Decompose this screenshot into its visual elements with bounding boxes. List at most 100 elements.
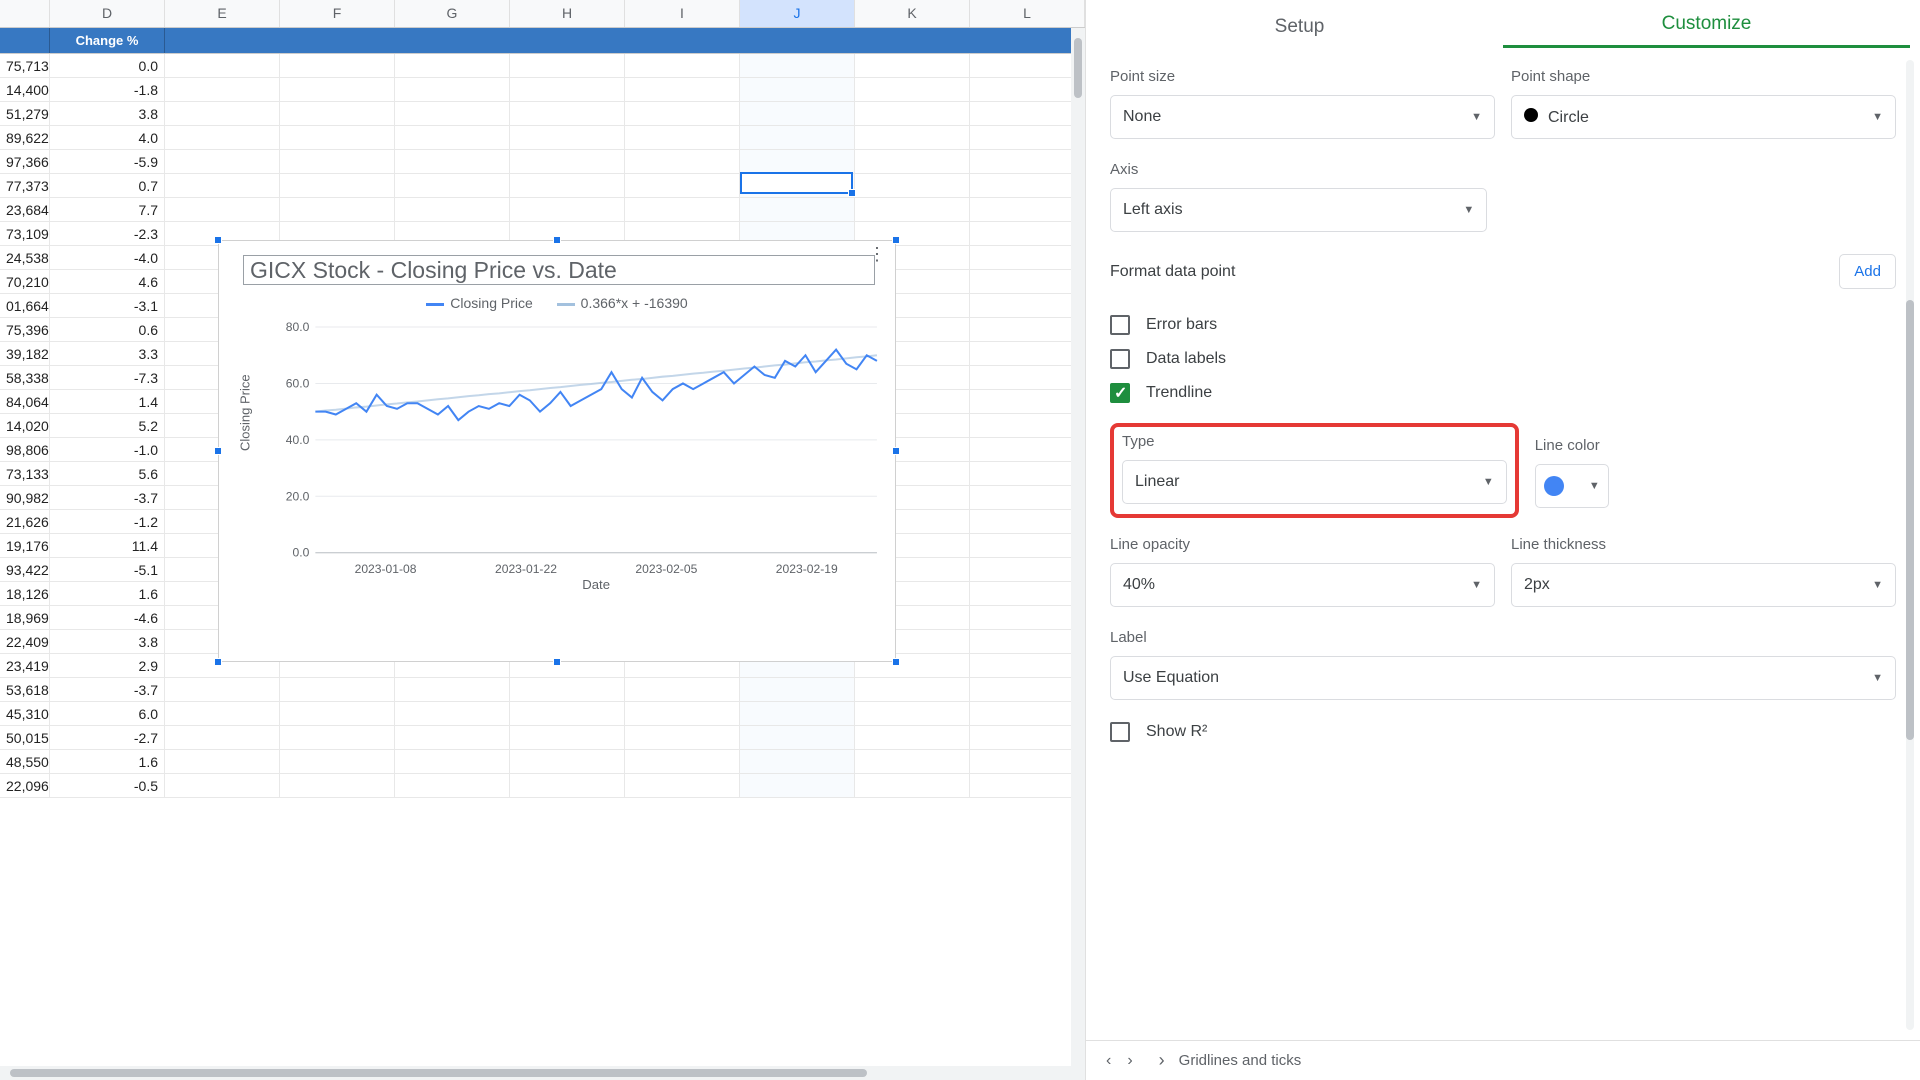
cell-empty[interactable] (970, 774, 1085, 797)
cell-empty[interactable] (280, 150, 395, 173)
line-opacity-select[interactable]: 40% ▼ (1110, 563, 1495, 607)
cell-empty[interactable] (165, 702, 280, 725)
cell-value[interactable]: 19,176 (0, 534, 50, 557)
column-header-G[interactable]: G (395, 0, 510, 27)
cell-change[interactable]: 3.8 (50, 630, 165, 653)
cell-empty[interactable] (625, 726, 740, 749)
embedded-chart[interactable]: ⋮ GICX Stock - Closing Price vs. Date Cl… (218, 240, 896, 662)
column-header-K[interactable]: K (855, 0, 970, 27)
cell-empty[interactable] (625, 702, 740, 725)
cell-value[interactable]: 22,096 (0, 774, 50, 797)
cell-change[interactable]: 1.6 (50, 582, 165, 605)
resize-handle-sw[interactable] (214, 658, 222, 666)
cell-change[interactable]: 4.0 (50, 126, 165, 149)
cell-empty[interactable] (280, 126, 395, 149)
cell-value[interactable]: 93,422 (0, 558, 50, 581)
cell-change[interactable]: 2.9 (50, 654, 165, 677)
cell-empty[interactable] (740, 198, 855, 221)
cell-value[interactable]: 21,626 (0, 510, 50, 533)
cell-empty[interactable] (510, 150, 625, 173)
trendline-label-select[interactable]: Use Equation ▼ (1110, 656, 1896, 700)
resize-handle-se[interactable] (892, 658, 900, 666)
table-row[interactable]: 14,400-1.8 (0, 78, 1085, 102)
cell-change[interactable]: 6.0 (50, 702, 165, 725)
cell-empty[interactable] (510, 54, 625, 77)
cell-empty[interactable] (165, 678, 280, 701)
cell-change[interactable]: -2.3 (50, 222, 165, 245)
cell-empty[interactable] (970, 174, 1085, 197)
cell-empty[interactable] (740, 750, 855, 773)
cell-change[interactable]: -3.7 (50, 486, 165, 509)
show-r2-checkbox[interactable] (1110, 722, 1130, 742)
cell-value[interactable]: 22,409 (0, 630, 50, 653)
cell-empty[interactable] (970, 390, 1085, 413)
active-cell[interactable] (740, 172, 853, 194)
point-size-select[interactable]: None ▼ (1110, 95, 1495, 139)
table-row[interactable]: 89,6224.0 (0, 126, 1085, 150)
cell-empty[interactable] (395, 678, 510, 701)
resize-handle-nw[interactable] (214, 236, 222, 244)
table-row[interactable]: 50,015-2.7 (0, 726, 1085, 750)
cell-empty[interactable] (510, 78, 625, 101)
cell-empty[interactable] (970, 294, 1085, 317)
cell-empty[interactable] (280, 102, 395, 125)
cell-empty[interactable] (970, 582, 1085, 605)
cell-empty[interactable] (855, 126, 970, 149)
cell-empty[interactable] (625, 174, 740, 197)
cell-value[interactable]: 24,538 (0, 246, 50, 269)
cell-value[interactable]: 97,366 (0, 150, 50, 173)
column-header-E[interactable]: E (165, 0, 280, 27)
cell-value[interactable]: 23,419 (0, 654, 50, 677)
cell-change[interactable]: -1.0 (50, 438, 165, 461)
cell-change[interactable]: -5.1 (50, 558, 165, 581)
cell-empty[interactable] (510, 774, 625, 797)
cell-empty[interactable] (855, 102, 970, 125)
cell-value[interactable]: 45,310 (0, 702, 50, 725)
tab-customize[interactable]: Customize (1503, 13, 1910, 48)
cell-empty[interactable] (395, 54, 510, 77)
cell-empty[interactable] (970, 606, 1085, 629)
cell-value[interactable]: 53,618 (0, 678, 50, 701)
cell-empty[interactable] (625, 126, 740, 149)
table-row[interactable]: 23,6847.7 (0, 198, 1085, 222)
cell-empty[interactable] (510, 678, 625, 701)
column-header-D[interactable]: D (50, 0, 165, 27)
fill-handle[interactable] (848, 189, 856, 197)
table-row[interactable]: 75,7130.0 (0, 54, 1085, 78)
cell-empty[interactable] (855, 174, 970, 197)
cell-empty[interactable] (280, 198, 395, 221)
cell-empty[interactable] (970, 198, 1085, 221)
cell-empty[interactable] (855, 774, 970, 797)
cell-empty[interactable] (970, 486, 1085, 509)
cell-empty[interactable] (165, 102, 280, 125)
cell-empty[interactable] (740, 726, 855, 749)
table-row[interactable]: 51,2793.8 (0, 102, 1085, 126)
cell-value[interactable]: 23,684 (0, 198, 50, 221)
cell-value[interactable]: 58,338 (0, 366, 50, 389)
cell-value[interactable]: 84,064 (0, 390, 50, 413)
add-data-point-button[interactable]: Add (1839, 254, 1896, 289)
cell-change[interactable]: 7.7 (50, 198, 165, 221)
cell-empty[interactable] (510, 174, 625, 197)
cell-change[interactable]: 1.4 (50, 390, 165, 413)
resize-handle-s[interactable] (553, 658, 561, 666)
data-labels-checkbox[interactable] (1110, 349, 1130, 369)
cell-empty[interactable] (395, 774, 510, 797)
cell-empty[interactable] (625, 774, 740, 797)
cell-value[interactable]: 18,126 (0, 582, 50, 605)
cell-value[interactable]: 90,982 (0, 486, 50, 509)
cell-empty[interactable] (625, 150, 740, 173)
cell-change[interactable]: -4.6 (50, 606, 165, 629)
tab-setup[interactable]: Setup (1096, 16, 1503, 48)
cell-empty[interactable] (970, 414, 1085, 437)
cell-empty[interactable] (165, 54, 280, 77)
cell-empty[interactable] (625, 54, 740, 77)
cell-empty[interactable] (970, 534, 1085, 557)
cell-empty[interactable] (165, 198, 280, 221)
cell-value[interactable]: 89,622 (0, 126, 50, 149)
cell-value[interactable]: 75,713 (0, 54, 50, 77)
chart-title-input[interactable]: GICX Stock - Closing Price vs. Date (243, 255, 875, 285)
cell-empty[interactable] (970, 558, 1085, 581)
cell-empty[interactable] (280, 750, 395, 773)
cell-empty[interactable] (395, 150, 510, 173)
